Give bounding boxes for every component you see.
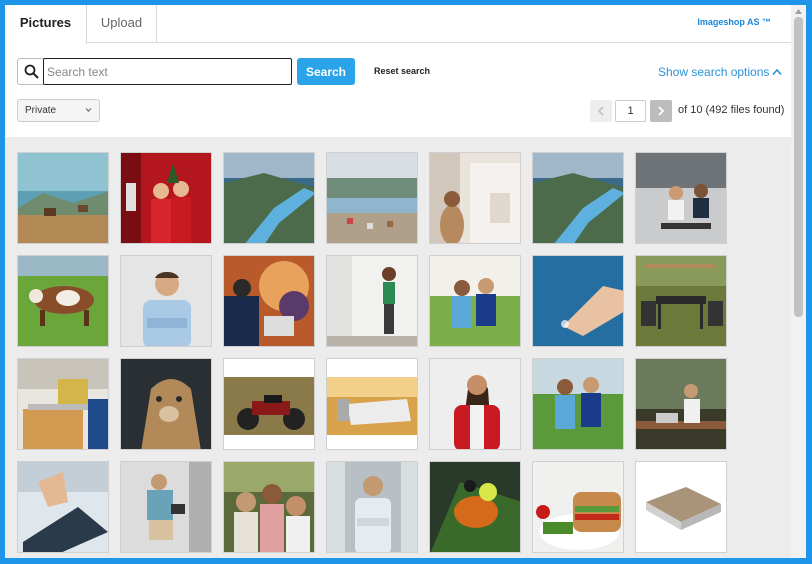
search-icon bbox=[17, 58, 44, 85]
visibility-select-value: Private bbox=[25, 105, 57, 116]
chevron-up-icon[interactable] bbox=[772, 68, 782, 76]
next-page-button[interactable] bbox=[650, 100, 672, 122]
thumb-woman-sketching[interactable] bbox=[429, 152, 521, 244]
thumb-businessman[interactable] bbox=[326, 461, 418, 553]
thumb-bakery[interactable] bbox=[17, 358, 109, 450]
thumb-woman-wall[interactable] bbox=[326, 255, 418, 347]
thumb-floor-sample[interactable] bbox=[635, 461, 727, 553]
thumb-lioness[interactable] bbox=[120, 358, 212, 450]
thumb-christmas-couple[interactable] bbox=[120, 152, 212, 244]
page-number-input[interactable] bbox=[615, 100, 646, 122]
thumb-fjord[interactable] bbox=[223, 152, 315, 244]
thumb-man-arms-crossed[interactable] bbox=[120, 255, 212, 347]
thumb-conference[interactable] bbox=[223, 255, 315, 347]
thumb-coastal-town[interactable] bbox=[326, 152, 418, 244]
thumb-man-tablet[interactable] bbox=[120, 461, 212, 553]
chevron-right-icon bbox=[658, 106, 665, 116]
image-grid bbox=[5, 137, 791, 558]
app-window: Pictures Upload Imageshop AS ™ Search Re… bbox=[5, 5, 806, 558]
thumb-office-chairs[interactable] bbox=[635, 152, 727, 244]
thumb-laptop-desk[interactable] bbox=[326, 358, 418, 450]
thumb-footballers[interactable] bbox=[429, 255, 521, 347]
thumb-tablet-hand[interactable] bbox=[17, 461, 109, 553]
visibility-select[interactable]: Private bbox=[17, 99, 100, 122]
vertical-scrollbar[interactable] bbox=[791, 5, 806, 558]
search-input[interactable] bbox=[43, 58, 292, 85]
search-button[interactable]: Search bbox=[297, 58, 355, 85]
scroll-up-arrow-icon[interactable] bbox=[794, 8, 803, 15]
thumb-motorcycle[interactable] bbox=[223, 358, 315, 450]
thumb-sandwich[interactable] bbox=[532, 461, 624, 553]
thumb-cow-pasture[interactable] bbox=[17, 255, 109, 347]
chevron-left-icon bbox=[597, 106, 604, 116]
thumb-footballers-2[interactable] bbox=[532, 358, 624, 450]
thumb-family[interactable] bbox=[223, 461, 315, 553]
page-count-text: of 10 (492 files found) bbox=[678, 104, 785, 116]
thumb-woman-red-blazer[interactable] bbox=[429, 358, 521, 450]
previous-page-button[interactable] bbox=[590, 100, 612, 122]
thumb-touch-screen[interactable] bbox=[532, 255, 624, 347]
brand-label[interactable]: Imageshop AS ™ bbox=[697, 17, 771, 27]
show-search-options-link[interactable]: Show search options bbox=[658, 65, 769, 79]
chevron-down-icon bbox=[85, 108, 92, 113]
thumb-patio-furniture[interactable] bbox=[635, 255, 727, 347]
tab-upload[interactable]: Upload bbox=[87, 5, 157, 43]
thumb-cows-mountain[interactable] bbox=[17, 152, 109, 244]
scrollbar-thumb[interactable] bbox=[794, 17, 803, 317]
reset-search-link[interactable]: Reset search bbox=[374, 66, 430, 76]
thumb-fjord-2[interactable] bbox=[532, 152, 624, 244]
thumb-soccer-ball[interactable] bbox=[429, 461, 521, 553]
thumb-cafe-laptop[interactable] bbox=[635, 358, 727, 450]
tab-bar: Pictures Upload Imageshop AS ™ bbox=[5, 5, 791, 44]
tab-pictures[interactable]: Pictures bbox=[5, 5, 87, 44]
